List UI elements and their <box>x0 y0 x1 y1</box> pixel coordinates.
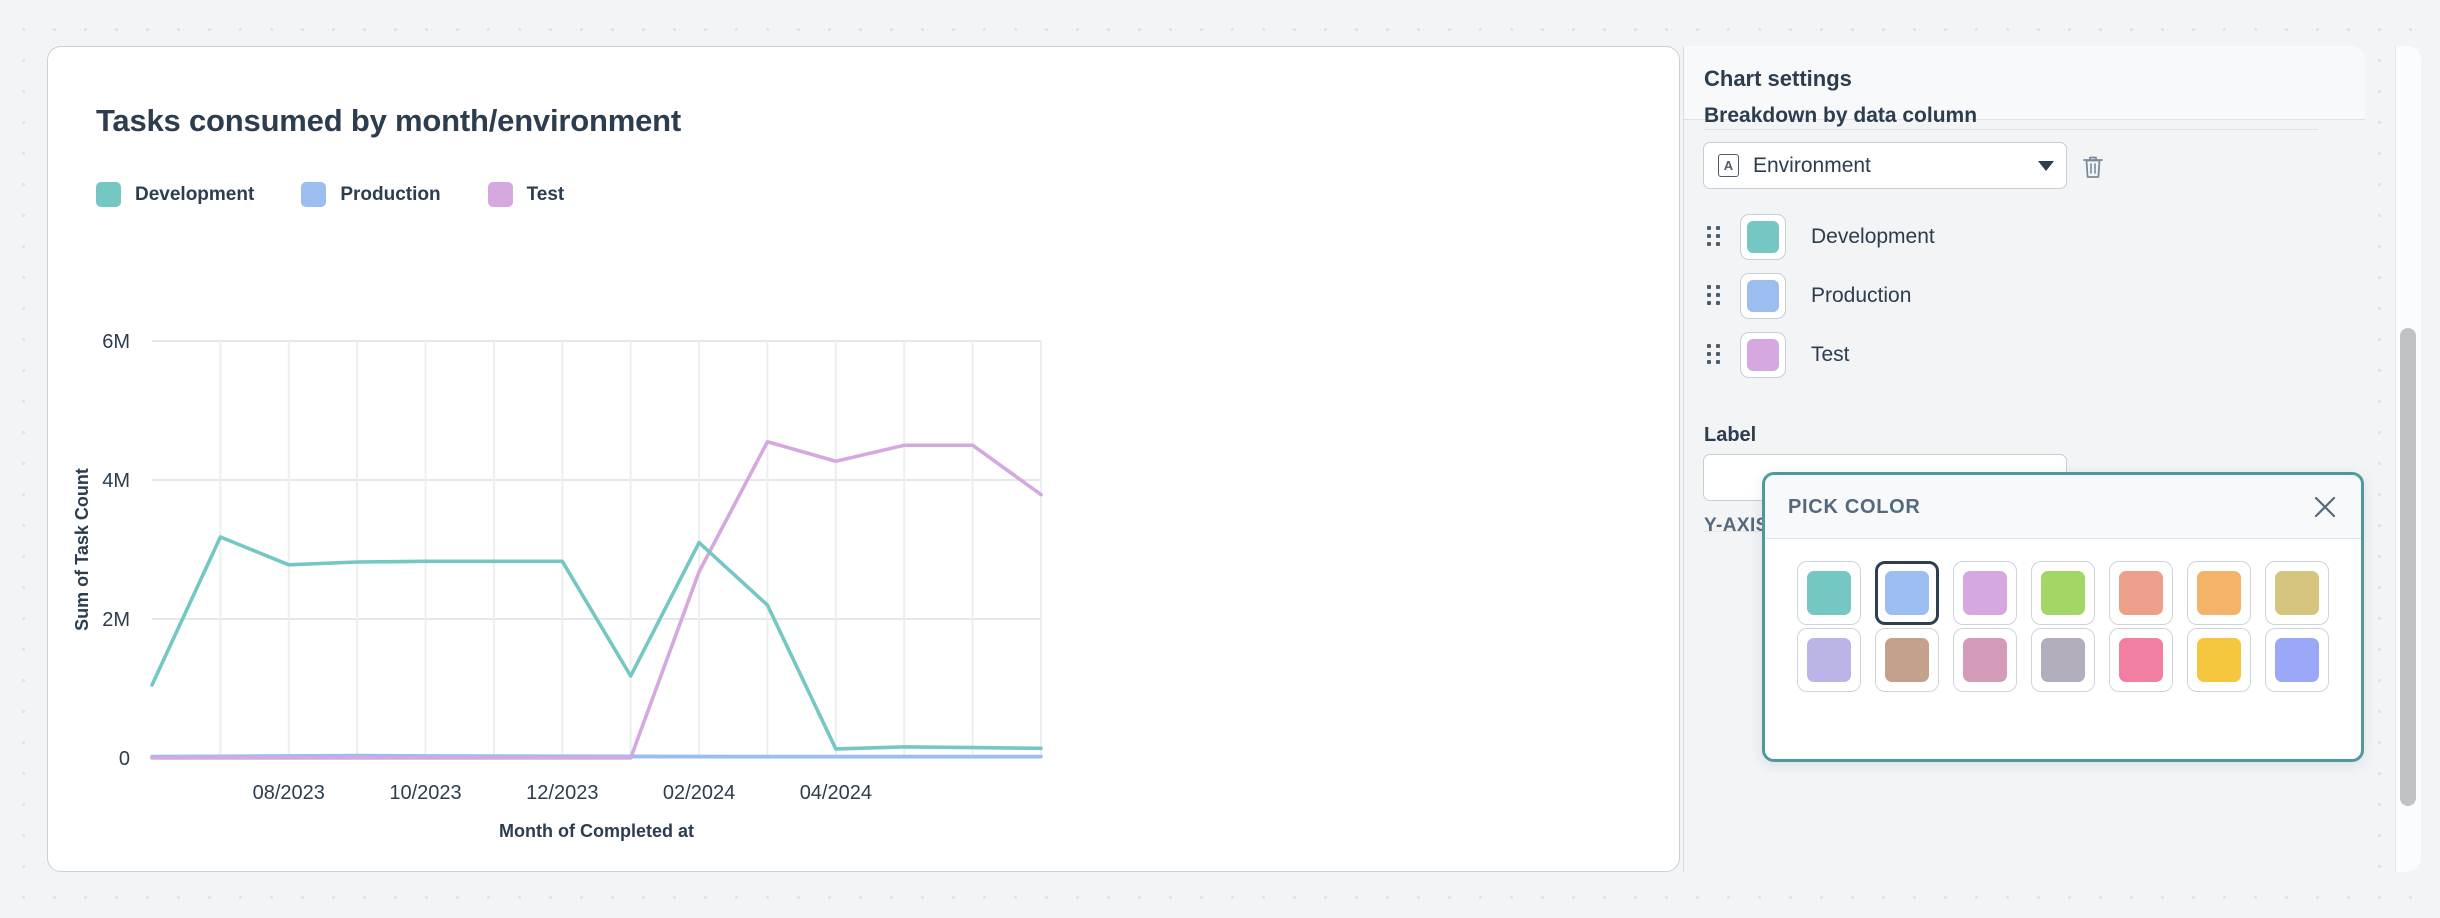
color-swatch-button[interactable] <box>2031 628 2095 692</box>
breakdown-value-row[interactable]: Production <box>1703 268 2303 324</box>
legend-item[interactable]: Test <box>488 182 565 207</box>
settings-panel-scrollbar-thumb[interactable] <box>2400 328 2416 806</box>
breakdown-value-row[interactable]: Development <box>1703 209 2303 265</box>
color-swatch-chip <box>2119 638 2163 682</box>
legend-item[interactable]: Production <box>301 182 440 207</box>
color-swatch-chip <box>2275 638 2319 682</box>
color-swatch-button[interactable] <box>2187 561 2251 625</box>
chart-y-tick-labels: 0 2M 4M 6M <box>102 331 130 770</box>
row-color-picker-button[interactable] <box>1740 273 1786 319</box>
breakdown-value-label: Test <box>1811 343 1850 367</box>
color-swatch-chip <box>1885 571 1929 615</box>
chart-card: Tasks consumed by month/environment Deve… <box>47 46 1680 872</box>
pick-color-title: PICK COLOR <box>1788 496 1921 519</box>
chart-x-tick-label: 10/2023 <box>389 782 461 804</box>
label-field-heading: Label <box>1704 424 1756 447</box>
section-divider <box>1704 129 2318 130</box>
legend-item-label: Test <box>527 184 565 206</box>
trash-icon[interactable] <box>2081 154 2105 180</box>
settings-panel-title: Chart settings <box>1704 66 1852 92</box>
pick-color-popover: PICK COLOR <box>1762 472 2364 762</box>
page-title: Tasks consumed by month/environment <box>96 103 681 139</box>
color-swatch-button[interactable] <box>1875 628 1939 692</box>
drag-handle-icon[interactable] <box>1707 285 1721 307</box>
color-swatch-button[interactable] <box>1875 561 1939 625</box>
breakdown-value-label: Development <box>1811 225 1935 249</box>
color-swatch-chip <box>1807 571 1851 615</box>
color-swatch-button[interactable] <box>2109 561 2173 625</box>
chart-x-tick-label: 12/2023 <box>526 782 598 804</box>
breakdown-column-value: Environment <box>1753 154 2038 178</box>
chart-series-line <box>152 756 1041 757</box>
legend-item[interactable]: Development <box>96 182 254 207</box>
chart-legend: Development Production Test <box>96 182 611 207</box>
color-swatch-chip <box>2197 638 2241 682</box>
chart-series-line <box>152 537 1041 749</box>
color-swatch-chip <box>1807 638 1851 682</box>
color-swatch-button[interactable] <box>2109 628 2173 692</box>
color-swatch-chip <box>1885 638 1929 682</box>
chart-y-tick-label: 0 <box>119 748 130 770</box>
color-swatch-chip <box>2041 638 2085 682</box>
color-swatch-button[interactable] <box>2031 561 2095 625</box>
chart-y-tick-label: 2M <box>102 609 130 631</box>
text-column-type-icon: A <box>1718 154 1739 177</box>
breakdown-heading: Breakdown by data column <box>1704 104 1977 128</box>
chart-series-line <box>152 442 1041 758</box>
color-chip-icon <box>1747 280 1779 312</box>
chart-y-tick-label: 4M <box>102 470 130 492</box>
chart-x-tick-label: 08/2023 <box>253 782 325 804</box>
color-swatch-chip <box>2275 571 2319 615</box>
color-swatch-button[interactable] <box>1953 628 2017 692</box>
legend-item-label: Development <box>135 184 254 206</box>
color-chip-icon <box>1747 339 1779 371</box>
pick-color-swatch-grid <box>1765 539 2325 692</box>
x-axis-title: Month of Completed at <box>499 821 694 841</box>
color-swatch-button[interactable] <box>2187 628 2251 692</box>
legend-swatch-icon <box>301 182 326 207</box>
y-axis-title: Sum of Task Count <box>72 468 92 631</box>
breakdown-value-label: Production <box>1811 284 1911 308</box>
breakdown-column-select[interactable]: A Environment <box>1703 142 2067 189</box>
chart-x-tick-label: 02/2024 <box>663 782 735 804</box>
color-swatch-chip <box>2041 571 2085 615</box>
color-swatch-button[interactable] <box>2265 561 2329 625</box>
color-swatch-button[interactable] <box>2265 628 2329 692</box>
row-color-picker-button[interactable] <box>1740 332 1786 378</box>
pick-color-header: PICK COLOR <box>1765 475 2361 539</box>
line-chart-svg: 0 2M 4M 6M 08/2023 10/2023 12/2023 02/2024 04/2… <box>48 47 1681 873</box>
chart-x-tick-label: 04/2024 <box>800 782 872 804</box>
color-swatch-chip <box>2197 571 2241 615</box>
color-swatch-chip <box>1963 638 2007 682</box>
chart-x-tick-labels: 08/2023 10/2023 12/2023 02/2024 04/2024 <box>253 782 872 804</box>
legend-swatch-icon <box>488 182 513 207</box>
color-swatch-chip <box>1963 571 2007 615</box>
legend-item-label: Production <box>340 184 440 206</box>
y-axis-section-heading: Y-AXIS <box>1704 515 1769 537</box>
color-swatch-button[interactable] <box>1953 561 2017 625</box>
close-icon[interactable] <box>2311 493 2339 521</box>
chart-y-tick-label: 6M <box>102 331 130 353</box>
color-swatch-button[interactable] <box>1797 561 1861 625</box>
legend-swatch-icon <box>96 182 121 207</box>
color-swatch-chip <box>2119 571 2163 615</box>
row-color-picker-button[interactable] <box>1740 214 1786 260</box>
chart-gridlines <box>152 341 1041 758</box>
chart-series-lines <box>152 442 1041 758</box>
drag-handle-icon[interactable] <box>1707 226 1721 248</box>
chart-plot-area: 0 2M 4M 6M 08/2023 10/2023 12/2023 02/2024 04/2… <box>48 47 1681 873</box>
color-swatch-button[interactable] <box>1797 628 1861 692</box>
breakdown-value-row[interactable]: Test <box>1703 327 2303 383</box>
color-chip-icon <box>1747 221 1779 253</box>
drag-handle-icon[interactable] <box>1707 344 1721 366</box>
chevron-down-icon <box>2038 161 2054 171</box>
